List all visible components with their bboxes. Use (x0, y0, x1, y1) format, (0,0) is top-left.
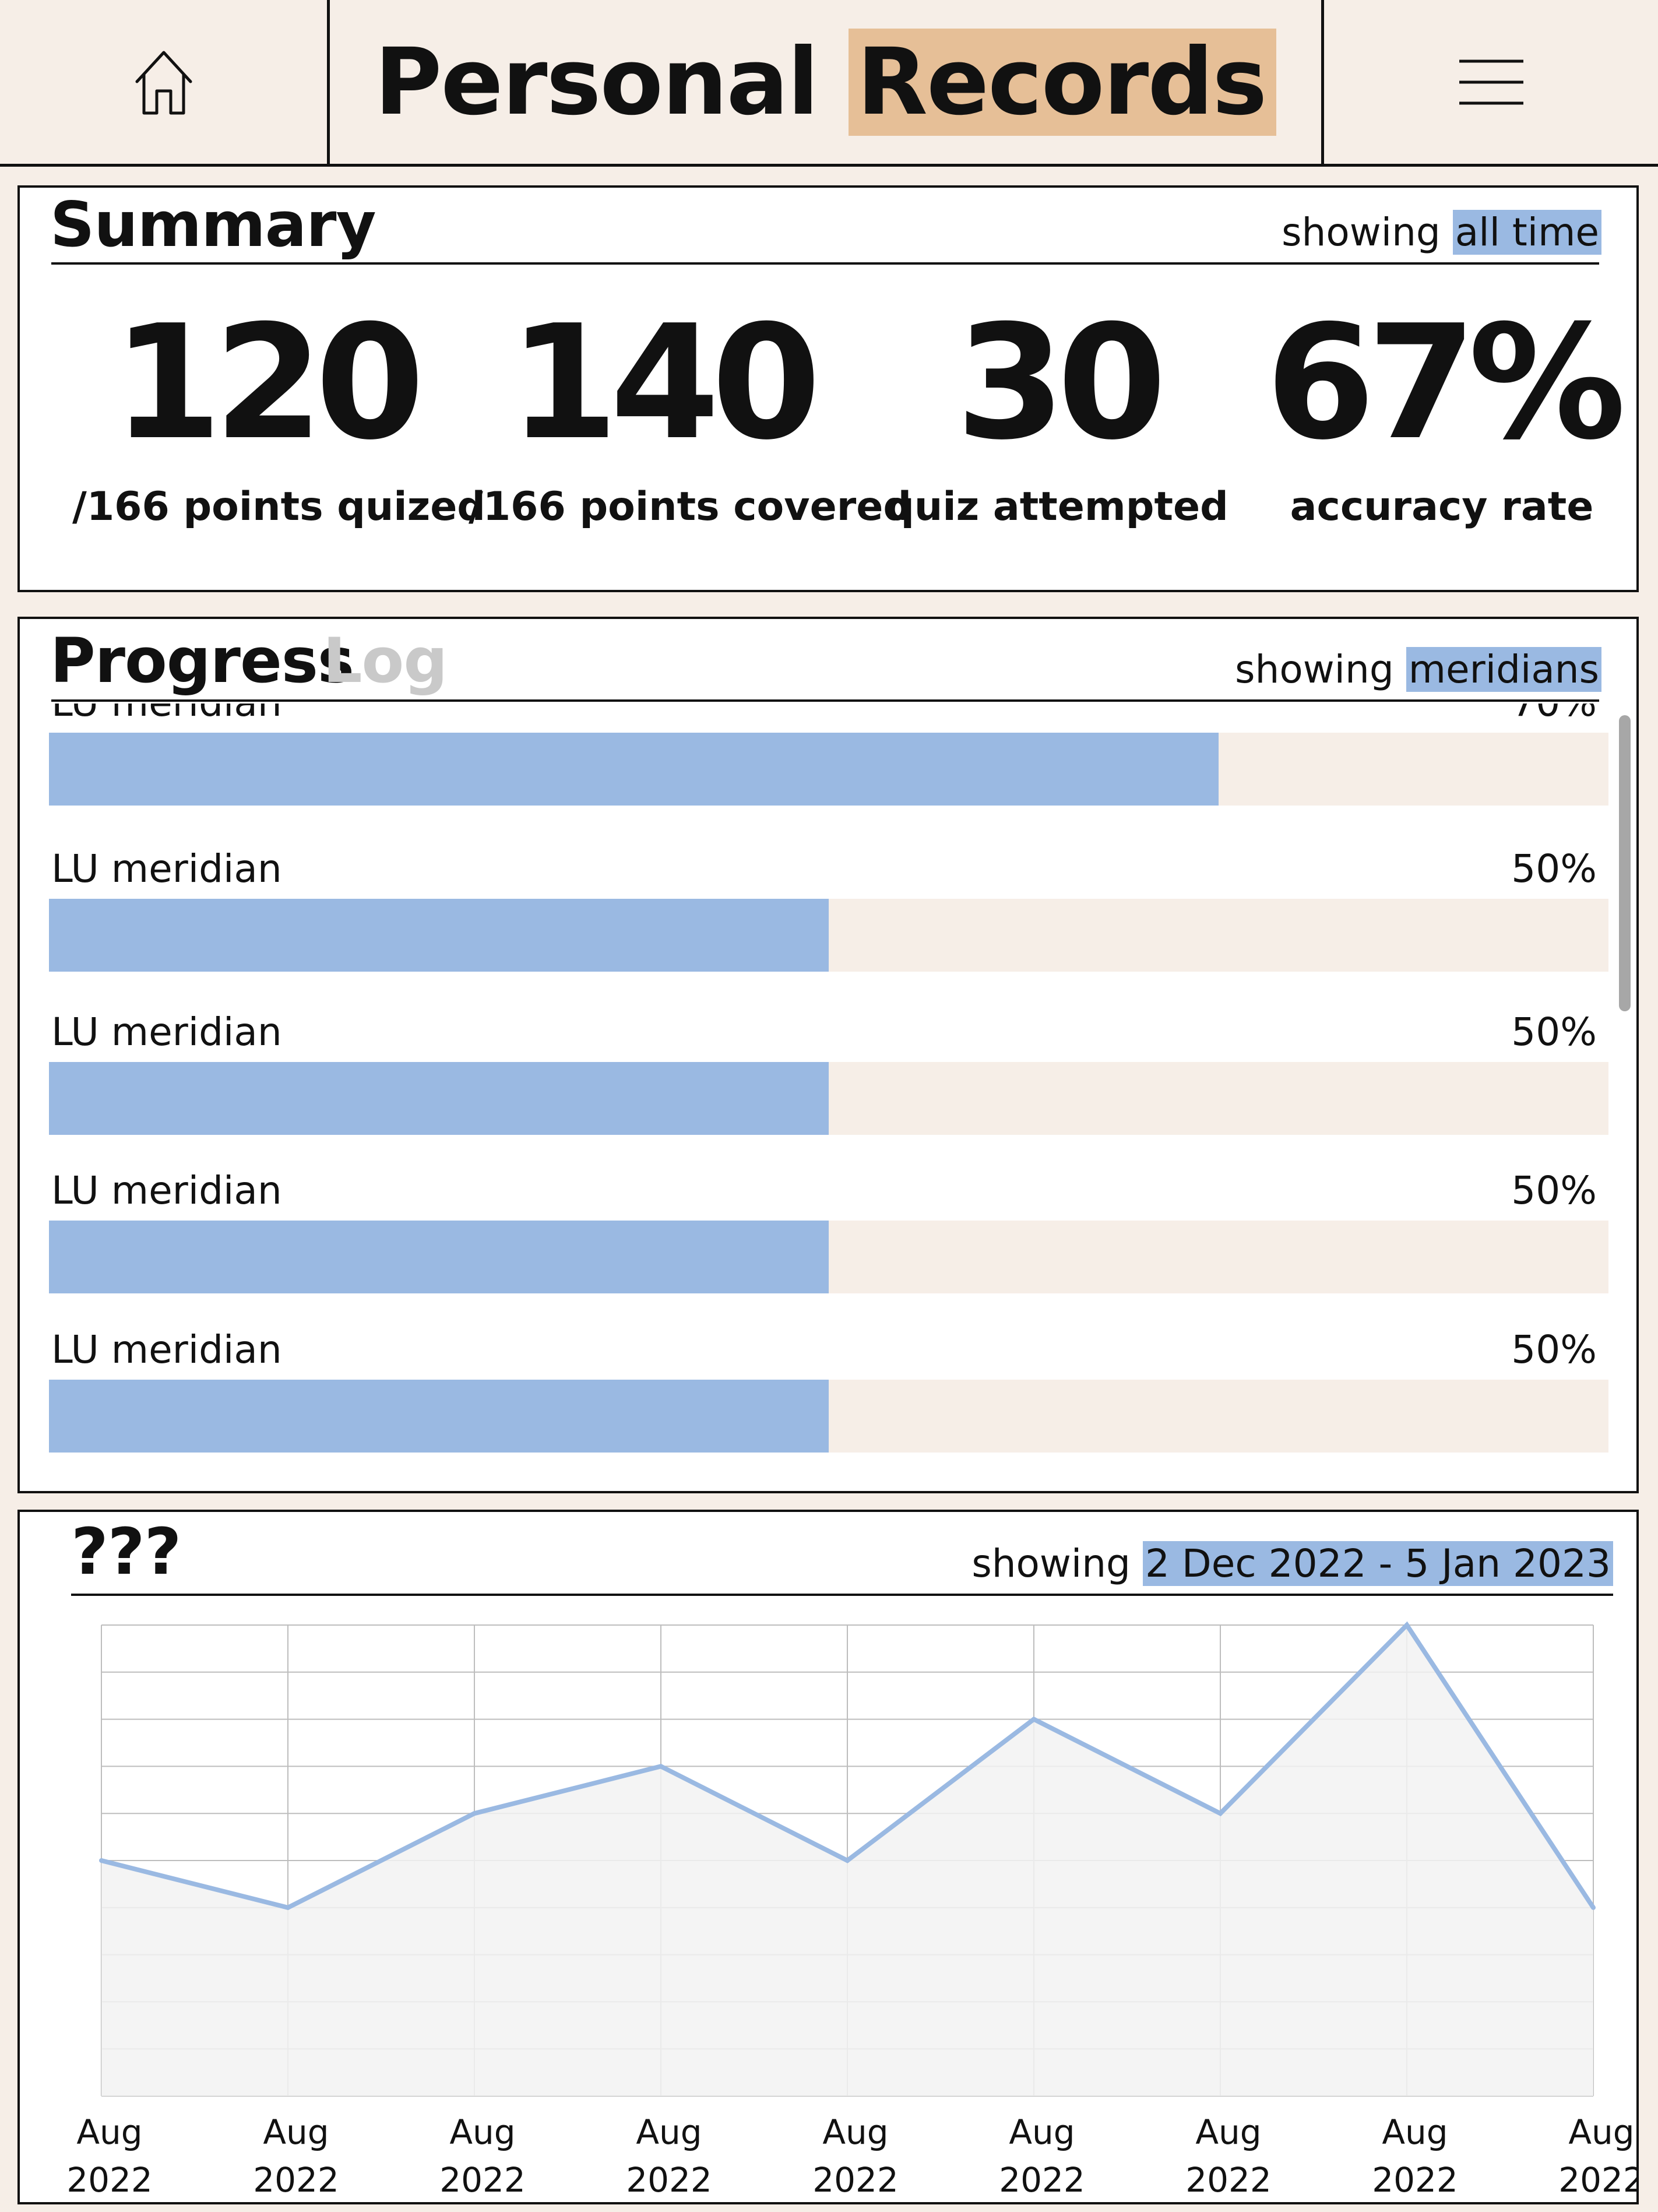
stat-label: quiz attempted (886, 484, 1228, 530)
x-tick-label-year: 2022 (1558, 2160, 1636, 2200)
tab-progress[interactable]: Progress (50, 625, 354, 697)
x-tick-label-year: 2022 (1372, 2160, 1458, 2200)
stat-value: 30 (956, 291, 1167, 474)
x-tick-label-year: 2022 (253, 2160, 339, 2200)
x-tick-label-year: 2022 (626, 2160, 712, 2200)
stat-label: /166 points quized (72, 484, 485, 530)
line-chart: Aug 2022 Aug 2022 Aug 2022 Aug 2022 Aug 2022 Aug 20… (66, 1621, 1636, 2200)
summary-panel: Summary showing all time 120 /166 points… (17, 185, 1639, 592)
data-point (845, 1858, 850, 1863)
stat-label: accuracy rate (1290, 484, 1594, 530)
progress-item-label: LU meridian (51, 846, 282, 891)
hamburger-menu-icon (1459, 59, 1523, 104)
stat-accuracy-rate: 67% accuracy rate (1249, 304, 1634, 530)
progress-list[interactable]: LU meridian 70% LU meridian 50% LU meridian 5… (49, 704, 1622, 1496)
summary-divider (51, 259, 1599, 265)
progress-bar-track (49, 1380, 1608, 1453)
progress-bar-fill (49, 1221, 829, 1293)
progress-item-label: LU meridian (51, 1010, 282, 1054)
x-tick-label-month: Aug (1009, 2112, 1075, 2152)
progress-item-label: LU meridian (51, 1168, 282, 1213)
progress-item-percent: 50% (1511, 1010, 1597, 1054)
data-point (1032, 1717, 1036, 1722)
x-tick-label-month: Aug (822, 2112, 888, 2152)
stat-value: 120 (112, 291, 425, 474)
progress-item[interactable]: LU meridian 50% (49, 1327, 1608, 1453)
x-tick-label-month: Aug (1195, 2112, 1261, 2152)
progress-filter-value[interactable]: meridians (1406, 647, 1601, 692)
progress-divider (51, 696, 1599, 702)
x-tick-label-year: 2022 (439, 2160, 526, 2200)
x-tick-label-year: 2022 (66, 2160, 153, 2200)
data-point (1591, 1905, 1596, 1910)
data-point (1218, 1811, 1223, 1816)
progress-bar-fill (49, 1380, 829, 1453)
summary-range-value[interactable]: all time (1452, 210, 1601, 255)
progress-bar-track (49, 1221, 1608, 1293)
progress-filter[interactable]: showing meridians (1235, 647, 1601, 692)
page-title-main: Personal (374, 28, 819, 136)
page-title-highlight: Records (849, 28, 1277, 136)
page-title: Personal Records (330, 0, 1324, 164)
summary-title: Summary (50, 189, 376, 261)
summary-showing-label: showing (1282, 210, 1441, 255)
x-tick-label-month: Aug (263, 2112, 329, 2152)
x-tick-label-month: Aug (76, 2112, 142, 2152)
progress-item-percent: 50% (1511, 1327, 1597, 1372)
data-point (472, 1811, 477, 1816)
stat-points-covered: 140 /166 points covered (469, 291, 912, 530)
progress-item-percent: 50% (1511, 1168, 1597, 1213)
stat-label: /166 points covered (469, 484, 912, 530)
x-tick-label-year: 2022 (1185, 2160, 1272, 2200)
menu-button[interactable] (1324, 0, 1658, 164)
progress-bar-fill (49, 1062, 829, 1135)
x-tick-label-month: Aug (1568, 2112, 1634, 2152)
progress-item-label: LU meridian (51, 704, 282, 725)
progress-showing-label: showing (1235, 647, 1394, 692)
progress-bar-track (49, 899, 1608, 972)
progress-item[interactable]: LU meridian 70% (49, 704, 1608, 806)
x-tick-label-month: Aug (636, 2112, 702, 2152)
x-tick-label-month: Aug (449, 2112, 515, 2152)
home-icon (135, 51, 192, 114)
summary-filter[interactable]: showing all time (1282, 210, 1601, 255)
stat-value: 140 (509, 291, 821, 474)
data-point (659, 1764, 663, 1769)
data-point (99, 1858, 104, 1863)
stat-quiz-attempted: 30 quiz attempted (865, 304, 1249, 530)
x-tick-label-year: 2022 (999, 2160, 1085, 2200)
x-tick-label-month: Aug (1382, 2112, 1448, 2152)
progress-item-percent: 50% (1511, 846, 1597, 891)
progress-item[interactable]: LU meridian 50% (49, 1168, 1608, 1293)
home-button[interactable] (0, 0, 330, 164)
progress-panel: Progress Log showing meridians LU meridi… (17, 617, 1639, 1493)
progress-item-percent: 70% (1511, 704, 1597, 725)
tab-log[interactable]: Log (323, 625, 448, 697)
app-header: Personal Records (0, 0, 1658, 167)
stat-points-quized: 120 /166 points quized (72, 291, 485, 530)
progress-item[interactable]: LU meridian 50% (49, 846, 1608, 972)
progress-bar-track (49, 733, 1608, 806)
chart-panel: ??? showing 2 Dec 2022 - 5 Jan 2023 Aug 2… (17, 1510, 1639, 2204)
progress-bar-track (49, 1062, 1608, 1135)
progress-bar-fill (49, 733, 1219, 806)
stat-value: 67% (1265, 291, 1626, 474)
progress-item[interactable]: LU meridian 50% (49, 1010, 1608, 1135)
x-tick-label-year: 2022 (812, 2160, 899, 2200)
data-point (1404, 1623, 1409, 1627)
progress-bar-fill (49, 899, 829, 972)
progress-item-label: LU meridian (51, 1327, 282, 1372)
data-point (286, 1905, 290, 1910)
progress-scrollbar[interactable] (1619, 715, 1631, 1011)
